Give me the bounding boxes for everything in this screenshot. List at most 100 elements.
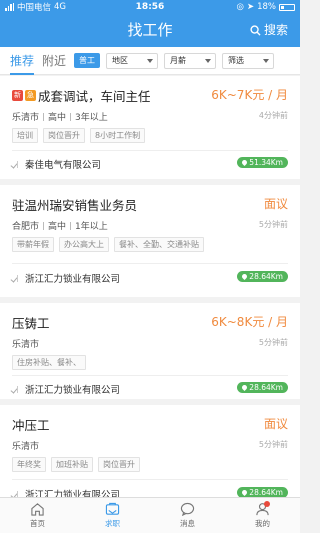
company-name: 浙江汇力锁业有限公司 xyxy=(25,385,121,396)
job-salary: 6K~7K元 / 月 xyxy=(211,88,288,102)
status-bar: 中国电信 4G 18:56 ◎ ➤ 18% xyxy=(0,0,300,14)
job-card[interactable]: 新 急 成套调试，车间主任 6K~7K元 / 月 乐清市 高中 3年以上 4分钟前 … xyxy=(0,76,300,179)
job-meta: 乐清市 xyxy=(12,439,39,452)
location-pin-icon xyxy=(241,158,249,167)
tabbar-job-search[interactable]: 求职 xyxy=(75,498,150,533)
job-tag: 岗位晋升 xyxy=(98,457,140,472)
verified-icon xyxy=(12,385,21,393)
job-tag: 住房补贴、餐补、 xyxy=(12,355,86,370)
salary-dropdown[interactable]: 月薪 xyxy=(164,52,217,69)
job-experience: 1年以上 xyxy=(75,222,108,232)
bottom-tab-bar: 首页 求职 消息 我的 xyxy=(0,497,300,533)
job-tag: 岗位晋升 xyxy=(43,128,85,143)
job-education: 高中 xyxy=(48,113,67,123)
distance-badge: 51.34Km xyxy=(237,157,288,168)
job-card[interactable]: 驻温州瑞安销售业务员 面议 合肥市 高中 1年以上 5分钟前 带薪年假 办公高大上 … xyxy=(0,185,300,297)
job-card[interactable]: 冲压工 面议 乐清市 5分钟前 年终奖 加班补贴 岗位晋升 浙江汇力锁业有限公司… xyxy=(0,405,300,501)
job-tags: 带薪年假 办公高大上 餐补、全勤、交通补贴 xyxy=(12,237,204,252)
caret-down-icon xyxy=(205,58,212,63)
job-card[interactable]: 压铸工 6K~8K元 / 月 乐清市 5分钟前 住房补贴、餐补、 浙江汇力锁业有… xyxy=(0,303,300,399)
job-tag: 办公高大上 xyxy=(59,237,109,252)
home-icon xyxy=(31,503,44,516)
job-experience: 3年以上 xyxy=(75,113,108,123)
carrier: 中国电信 xyxy=(17,3,52,13)
caret-down-icon xyxy=(147,58,154,63)
tabbar-home-label: 首页 xyxy=(30,519,45,528)
distance-value: 28.64Km xyxy=(249,488,283,497)
tab-nearby[interactable]: 附近 xyxy=(42,50,66,72)
job-tag: 餐补、全勤、交通补贴 xyxy=(114,237,204,252)
job-location: 合肥市 xyxy=(12,222,40,232)
company-name: 秦佳电气有限公司 xyxy=(25,160,102,171)
job-meta: 乐清市 xyxy=(12,337,39,350)
job-posted-time: 5分钟前 xyxy=(258,440,288,449)
message-icon xyxy=(180,502,195,516)
job-salary: 6K~8K元 / 月 xyxy=(211,315,288,329)
divider xyxy=(12,479,288,480)
job-title-row: 新 急 成套调试，车间主任 xyxy=(12,86,151,105)
job-meta: 乐清市 高中 3年以上 xyxy=(12,110,108,123)
distance-badge: 28.64Km xyxy=(237,382,288,393)
battery-icon xyxy=(279,3,295,11)
region-dropdown-label: 地区 xyxy=(112,55,129,65)
company-row: 浙江汇力锁业有限公司 xyxy=(12,271,120,285)
job-posted-time: 4分钟前 xyxy=(258,111,288,120)
category-chip[interactable]: 普工 xyxy=(74,53,101,68)
alarm-icon: ◎ xyxy=(236,2,244,12)
verified-icon xyxy=(12,274,21,282)
notification-dot xyxy=(264,501,270,507)
job-title: 成套调试，车间主任 xyxy=(38,89,151,104)
job-title: 冲压工 xyxy=(12,418,50,433)
urgent-badge: 急 xyxy=(25,90,36,101)
divider xyxy=(12,375,288,376)
job-tag: 加班补贴 xyxy=(51,457,93,472)
location-arrow-icon: ➤ xyxy=(246,2,255,12)
job-search-icon xyxy=(105,502,120,515)
region-dropdown[interactable]: 地区 xyxy=(106,52,159,69)
location-pin-icon xyxy=(241,272,249,281)
verified-icon xyxy=(12,160,21,168)
job-posted-time: 5分钟前 xyxy=(258,338,288,347)
clock: 18:56 xyxy=(135,2,165,12)
job-tags: 住房补贴、餐补、 xyxy=(12,355,86,370)
search-button[interactable]: 搜索 xyxy=(250,14,288,47)
company-row: 浙江汇力锁业有限公司 xyxy=(12,382,120,396)
filter-dropdown[interactable]: 筛选 xyxy=(222,52,275,69)
new-badge: 新 xyxy=(12,90,23,101)
job-posted-time: 5分钟前 xyxy=(258,220,288,229)
battery-percent: 18% xyxy=(257,2,276,12)
signal-icon xyxy=(5,3,14,11)
tabbar-job-search-label: 求职 xyxy=(105,519,120,528)
job-location: 乐清市 xyxy=(12,340,40,350)
tab-recommend[interactable]: 推荐 xyxy=(10,50,35,75)
job-title: 驻温州瑞安销售业务员 xyxy=(12,198,138,213)
job-education: 高中 xyxy=(48,222,67,232)
network-type: 4G xyxy=(54,2,67,12)
job-salary: 面议 xyxy=(263,417,288,431)
tabbar-profile[interactable]: 我的 xyxy=(225,498,300,533)
job-tag: 培训 xyxy=(12,128,38,143)
app-header: 找工作 搜索 xyxy=(0,14,300,47)
tabbar-profile-label: 我的 xyxy=(255,519,270,528)
location-pin-icon xyxy=(241,383,249,392)
search-label: 搜索 xyxy=(263,23,288,37)
company-row: 秦佳电气有限公司 xyxy=(12,157,101,171)
tabbar-messages[interactable]: 消息 xyxy=(150,498,225,533)
company-name: 浙江汇力锁业有限公司 xyxy=(25,274,121,285)
location-pin-icon xyxy=(241,488,249,497)
job-title: 压铸工 xyxy=(12,316,50,331)
job-tag: 带薪年假 xyxy=(12,237,54,252)
divider xyxy=(12,150,288,151)
filter-dropdown-label: 筛选 xyxy=(228,55,245,65)
tabbar-home[interactable]: 首页 xyxy=(0,498,75,533)
job-location: 乐清市 xyxy=(12,113,40,123)
job-tags: 年终奖 加班补贴 岗位晋升 xyxy=(12,457,140,472)
distance-value: 51.34Km xyxy=(249,158,283,167)
distance-value: 28.64Km xyxy=(249,383,283,392)
search-icon xyxy=(250,25,261,36)
job-tag: 8小时工作制 xyxy=(90,128,146,143)
job-meta: 合肥市 高中 1年以上 xyxy=(12,219,108,232)
job-tags: 培训 岗位晋升 8小时工作制 xyxy=(12,128,146,143)
filter-bar: 推荐 附近 普工 地区 月薪 筛选 xyxy=(0,47,300,75)
divider xyxy=(12,263,288,264)
